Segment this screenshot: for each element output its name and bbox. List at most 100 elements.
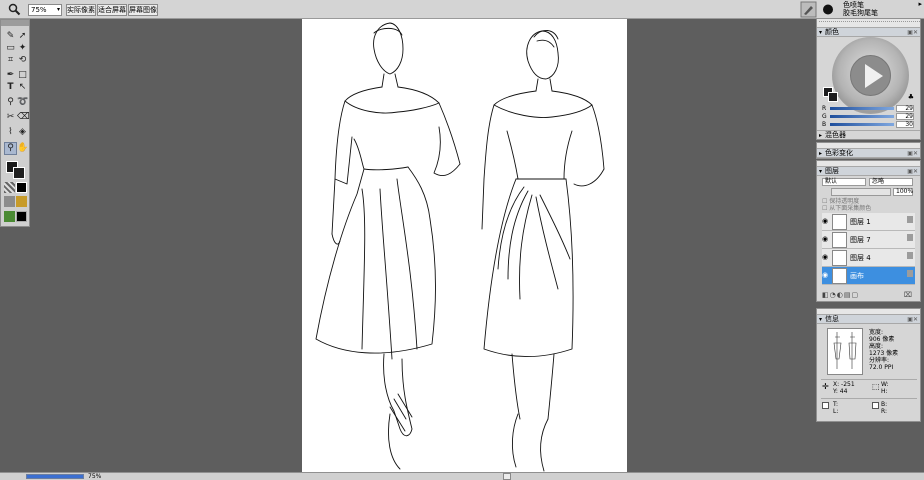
opacity-slider[interactable]: [831, 188, 891, 196]
layer-row[interactable]: ◉ 图层 7: [822, 231, 915, 249]
mask-icon[interactable]: ◐: [837, 291, 844, 299]
brush-selector[interactable]: [800, 1, 840, 18]
layer-name: 图层 7: [850, 236, 871, 244]
weave-selector-icon[interactable]: [16, 196, 27, 207]
r-slider[interactable]: R 29: [822, 105, 920, 112]
layer-thumbnail: [832, 232, 847, 248]
new-layer-icon[interactable]: ▢: [851, 291, 859, 299]
t-label: T:: [833, 401, 839, 408]
center-image-button[interactable]: 屏幕图像: [128, 4, 158, 16]
lasso-icon[interactable]: ➰: [17, 97, 28, 108]
paper-selector-icon[interactable]: [4, 182, 15, 193]
eye-icon[interactable]: ◉: [822, 271, 829, 280]
composite-select[interactable]: 忽略: [869, 178, 913, 186]
cloner-icon[interactable]: ✂: [5, 112, 16, 123]
property-bar: 75% ▾ 实际像素 适合屏幕 屏幕图像 色喷笔 胶毛狗尾笔 ▸: [0, 0, 924, 19]
lock-icon: [907, 270, 913, 277]
width-value: 906 像素: [869, 336, 895, 343]
brush-variant: 胶毛狗尾笔: [843, 9, 878, 17]
y-coordinate: Y: 44: [833, 388, 848, 395]
dynamic-plugin-icon[interactable]: ◔: [830, 291, 837, 299]
b-value[interactable]: 30: [896, 121, 914, 128]
zoom-select[interactable]: 75% ▾: [28, 4, 62, 16]
text-tool-icon[interactable]: T: [5, 82, 16, 93]
layers-title: 图层: [825, 167, 839, 175]
eraser-icon[interactable]: ⌫: [17, 112, 30, 123]
eye-icon[interactable]: ◉: [822, 253, 829, 262]
b-slider[interactable]: B 30: [822, 121, 920, 128]
info-title: 信息: [825, 315, 839, 323]
r-value[interactable]: 29: [896, 105, 914, 112]
color-secondary-swatch[interactable]: [828, 92, 838, 102]
panel-grip[interactable]: [817, 19, 920, 28]
panel-close-icon[interactable]: ▣✕: [907, 149, 918, 158]
expand-icon: ▸: [819, 132, 823, 139]
pick-up-underlying-checkbox[interactable]: ☐ 从下面采集颜色: [822, 205, 871, 212]
width-label: 宽度:: [869, 329, 884, 336]
chevron-right-icon[interactable]: ▸: [918, 0, 922, 8]
eye-icon[interactable]: ◉: [822, 235, 829, 244]
gradient-selector-icon[interactable]: [16, 182, 27, 193]
layer-name: 画布: [850, 272, 864, 280]
layer-row[interactable]: ◉ 图层 1: [822, 213, 915, 231]
rect-select-icon[interactable]: ▭: [5, 43, 16, 54]
actual-pixels-button[interactable]: 实际像素: [66, 4, 96, 16]
additional-color-swatch[interactable]: [13, 167, 25, 179]
panel-close-icon[interactable]: ▣✕: [907, 28, 918, 37]
pattern-selector-icon[interactable]: [4, 196, 15, 207]
fit-screen-button[interactable]: 适合屏幕: [97, 4, 127, 16]
r-label: R: [822, 105, 827, 112]
layers-header[interactable]: ▾ 图层 ▣✕: [817, 167, 920, 176]
chevron-down-icon: ▾: [56, 6, 60, 13]
color-panel-header[interactable]: ▾ 颜色 ▣✕: [817, 28, 920, 37]
magnifier-icon[interactable]: ⚲: [5, 97, 16, 108]
shape-icon[interactable]: □: [17, 70, 28, 81]
layer-row-selected[interactable]: ◉ 画布: [822, 267, 915, 285]
layer-adjuster-icon[interactable]: ➚: [17, 31, 28, 42]
size-box-icon: ⬚: [872, 382, 880, 391]
zoom-icon[interactable]: [8, 3, 21, 16]
layer-attributes-icon[interactable]: ◧: [822, 291, 830, 299]
shape-selection-icon[interactable]: ↖: [17, 82, 28, 93]
magic-wand-icon[interactable]: ✦: [17, 43, 28, 54]
l-label: L:: [833, 408, 839, 415]
info-header[interactable]: ▾ 信息 ▣✕: [817, 315, 920, 324]
fashion-sketch-illustration: [315, 22, 605, 472]
crop-icon[interactable]: ⌗: [5, 55, 16, 66]
transform-icon[interactable]: ⟲: [17, 55, 28, 66]
layer-row[interactable]: ◉ 图层 4: [822, 249, 915, 267]
preserve-transparency-label: 保持透明度: [829, 198, 860, 205]
trash-icon[interactable]: ⌧: [904, 291, 913, 299]
status-bar: 75%: [0, 472, 924, 480]
eye-icon[interactable]: ◉: [822, 217, 829, 226]
variability-header[interactable]: ▸ 色彩变化 ▣✕: [817, 149, 920, 158]
hand-grabber-icon[interactable]: ✋: [17, 143, 28, 154]
g-slider[interactable]: G 29: [822, 113, 920, 120]
document-preview-thumbnail: [827, 328, 863, 375]
clone-color-icon[interactable]: ♣: [908, 93, 914, 101]
zoom-tool-icon[interactable]: ⚲: [4, 142, 17, 155]
look-selector-icon[interactable]: [16, 211, 27, 222]
g-value[interactable]: 29: [896, 113, 914, 120]
expand-icon: ▸: [819, 150, 823, 157]
panel-close-icon[interactable]: ▣✕: [907, 167, 918, 176]
layer-thumbnail: [832, 214, 847, 230]
color-wheel[interactable]: [832, 37, 909, 114]
paint-bucket-icon[interactable]: ◈: [17, 127, 28, 138]
horizontal-scroll-thumb[interactable]: [503, 473, 511, 480]
dropper-icon[interactable]: ⌇: [5, 127, 16, 138]
mixer-header[interactable]: ▸ 混色器: [817, 130, 920, 139]
document-canvas[interactable]: [302, 19, 627, 472]
preview-sketch: [833, 332, 857, 369]
panel-close-icon[interactable]: ▣✕: [907, 315, 918, 324]
preserve-transparency-checkbox[interactable]: ☐ 保持透明度: [822, 198, 859, 205]
toolbox-header[interactable]: [1, 20, 29, 26]
mixer-label: 混色器: [825, 131, 846, 139]
layer-name: 图层 1: [850, 218, 871, 226]
pen-icon[interactable]: ✒: [5, 70, 16, 81]
zoom-slider[interactable]: [26, 474, 84, 479]
opacity-value[interactable]: 100%: [893, 188, 913, 196]
nozzle-selector-icon[interactable]: [4, 211, 15, 222]
brush-tool-icon[interactable]: ✎: [5, 31, 16, 42]
blend-mode-select[interactable]: 默认: [822, 178, 866, 186]
